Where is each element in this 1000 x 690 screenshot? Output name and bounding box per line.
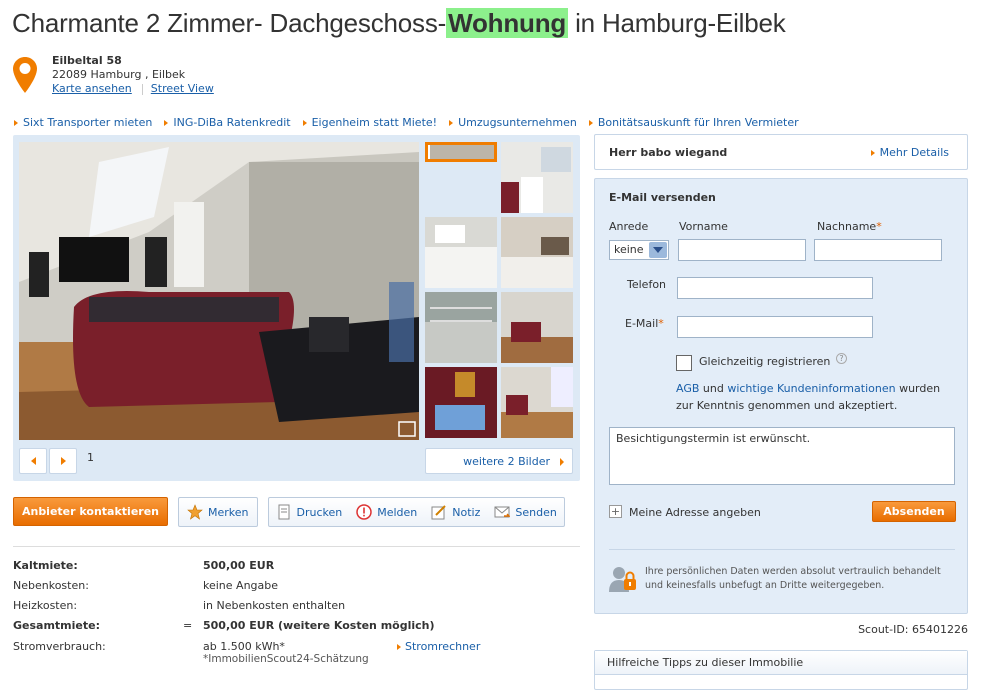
salutation-label: Anrede <box>609 220 649 233</box>
submit-button[interactable]: Absenden <box>872 501 956 522</box>
image-gallery: 1 weitere 2 Bilder <box>13 135 580 481</box>
arrow-left-icon <box>30 457 36 465</box>
street: Eilbeltal 58 <box>52 54 122 67</box>
map-link[interactable]: Karte ansehen <box>52 82 132 95</box>
address-block: Eilbeltal 58 22089 Hamburg , Eilbek Kart… <box>52 54 224 96</box>
plus-icon[interactable]: + <box>609 505 622 518</box>
print-label: Drucken <box>296 505 343 519</box>
strom-note: *ImmobilienScout24-Schätzung <box>203 653 369 665</box>
main-photo[interactable] <box>19 142 419 440</box>
print-icon <box>278 504 289 520</box>
phone-input[interactable] <box>677 277 873 299</box>
ad-link-bonitaet[interactable]: Bonitätsauskunft für Ihren Vermieter <box>589 116 799 129</box>
scout-id: Scout-ID: 65401226 <box>858 623 968 636</box>
tips-box: Hilfreiche Tipps zu dieser Immobilie <box>594 650 968 690</box>
ad-link-eigenheim[interactable]: Eigenheim statt Miete! <box>303 116 437 129</box>
thumbnail[interactable] <box>501 142 573 213</box>
previous-image-button[interactable] <box>19 448 47 474</box>
report-button[interactable]: Melden <box>349 498 424 526</box>
electricity-calculator-link[interactable]: Stromrechner <box>397 640 480 653</box>
contact-name: Herr babo wiegand <box>609 146 728 159</box>
tips-header[interactable]: Hilfreiche Tipps zu dieser Immobilie <box>595 651 967 675</box>
help-icon[interactable]: ? <box>836 353 847 364</box>
ad-links: Sixt Transporter mieten ING-DiBa Ratenkre… <box>14 116 811 129</box>
form-title: E-Mail versenden <box>609 191 716 204</box>
street-view-link[interactable]: Street View <box>151 82 214 95</box>
firstname-label: Vorname <box>679 220 728 233</box>
envelope-icon <box>494 506 511 518</box>
ad-link-sixt[interactable]: Sixt Transporter mieten <box>14 116 152 129</box>
terms-text: AGB und wichtige Kundeninformationen wur… <box>676 382 941 412</box>
phone-label: Telefon <box>627 278 667 291</box>
warning-icon <box>356 504 372 520</box>
note-button[interactable]: Notiz <box>424 498 487 526</box>
action-buttons: Merken Drucken Melden Notiz Senden <box>178 497 565 527</box>
thumbnail[interactable] <box>425 367 497 438</box>
customer-info-link[interactable]: wichtige Kundeninformationen <box>727 382 895 395</box>
thumbnail[interactable] <box>501 367 573 438</box>
agb-link[interactable]: AGB <box>676 382 699 395</box>
remember-button[interactable]: Merken <box>178 497 258 527</box>
privacy-notice: Ihre persönlichen Daten werden absolut v… <box>645 566 941 591</box>
message-textarea[interactable]: Besichtigungstermin ist erwünscht. <box>609 427 955 485</box>
more-details-link[interactable]: Mehr Details <box>871 146 949 159</box>
email-input[interactable] <box>677 316 873 338</box>
privacy-lock-icon <box>609 567 636 592</box>
arrow-right-icon <box>60 457 66 465</box>
send-label: Senden <box>515 505 557 519</box>
more-pictures-button[interactable]: weitere 2 Bilder <box>425 448 573 474</box>
city: 22089 Hamburg , Eilbek <box>52 68 186 81</box>
page-title: Charmante 2 Zimmer- Dachgeschoss-Wohnung… <box>12 8 786 38</box>
form-divider <box>609 549 955 550</box>
gallery-navigation: 1 <box>19 448 94 474</box>
location-pin-icon <box>13 57 37 93</box>
send-button[interactable]: Senden <box>487 498 563 526</box>
chevron-down-icon <box>649 242 667 258</box>
ad-link-umzug[interactable]: Umzugsunternehmen <box>449 116 577 129</box>
note-label: Notiz <box>452 505 481 519</box>
print-button[interactable]: Drucken <box>269 498 350 526</box>
thumbnail[interactable] <box>425 292 497 363</box>
contact-provider-button[interactable]: Anbieter kontaktieren <box>13 497 168 526</box>
tools-group: Drucken Melden Notiz Senden <box>267 497 565 527</box>
thumbnail[interactable] <box>425 142 497 162</box>
thumbnail[interactable] <box>425 217 497 288</box>
next-image-button[interactable] <box>49 448 77 474</box>
thumbnail[interactable] <box>501 217 573 288</box>
star-icon <box>187 504 203 520</box>
register-label: Gleichzeitig registrieren <box>699 355 831 368</box>
divider <box>13 546 580 547</box>
email-form: E-Mail versenden Anrede Vorname Nachname… <box>594 178 968 614</box>
add-address-link[interactable]: Meine Adresse angeben <box>629 506 761 519</box>
ad-link-ing[interactable]: ING-DiBa Ratenkredit <box>164 116 290 129</box>
highlighted-word: Wohnung <box>446 8 569 38</box>
lastname-input[interactable] <box>814 239 942 261</box>
page-number: 1 <box>87 450 94 464</box>
contact-person-box: Herr babo wiegand Mehr Details <box>594 134 968 170</box>
salutation-select[interactable]: keine <box>609 240 669 260</box>
report-label: Melden <box>377 505 418 519</box>
thumbnail[interactable] <box>501 292 573 363</box>
lastname-label: Nachname* <box>817 220 882 233</box>
remember-label: Merken <box>208 505 249 519</box>
firstname-input[interactable] <box>678 239 806 261</box>
email-label: E-Mail* <box>625 317 664 330</box>
register-checkbox[interactable] <box>676 355 692 371</box>
note-icon <box>431 505 446 520</box>
